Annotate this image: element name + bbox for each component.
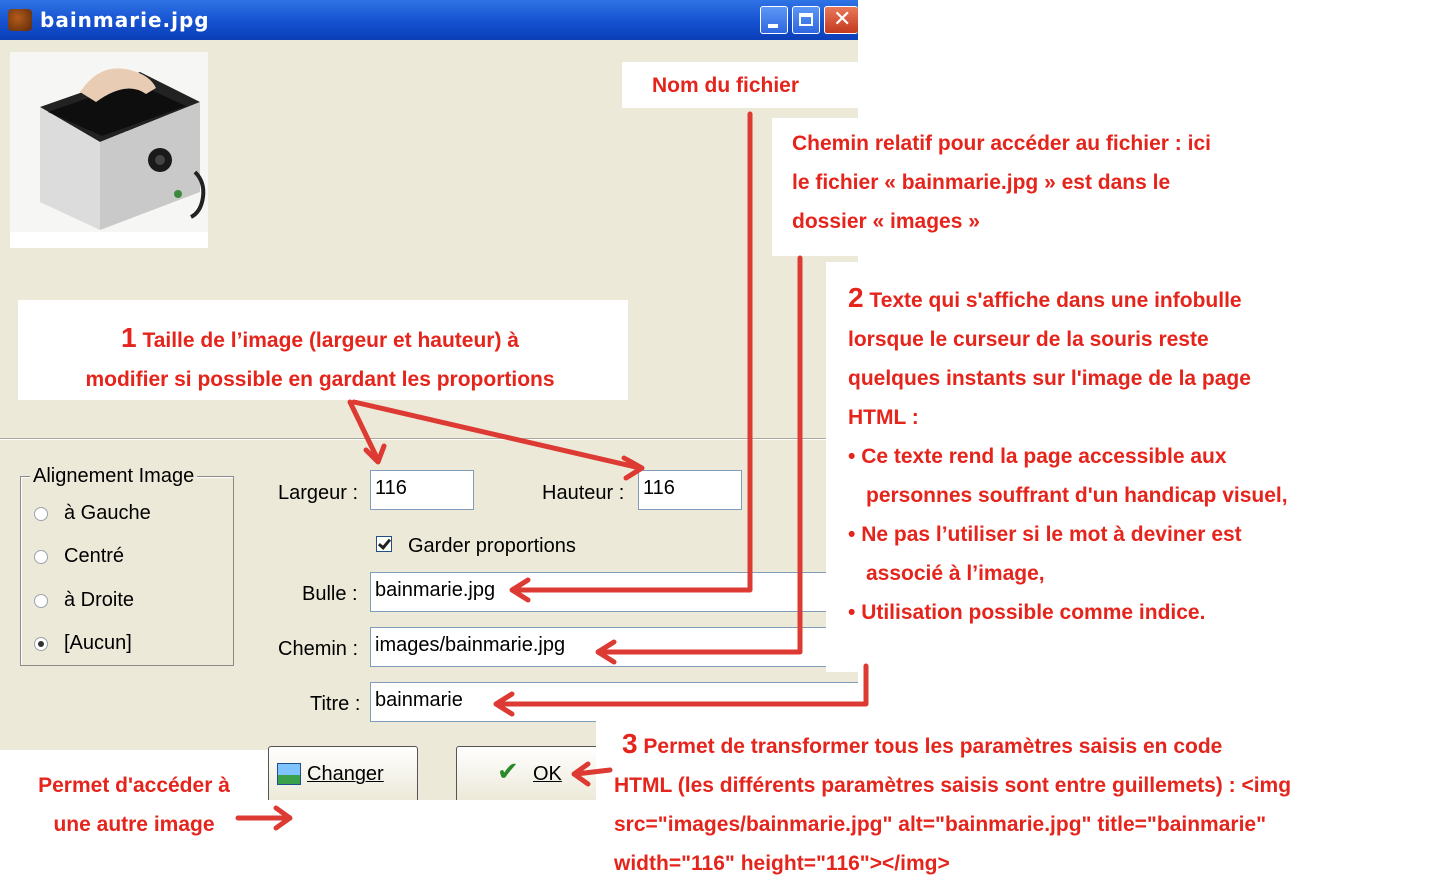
annotation-number: 3 [622,728,638,759]
annotation-line: lorsque le curseur de la souris reste [848,328,1209,351]
keep-proportions-checkbox[interactable] [376,536,392,552]
titre-label: Titre : [310,693,361,715]
radio-label: à Gauche [64,502,151,524]
annotation-bullet: Ne pas l’utiliser si le mot à deviner es… [861,523,1242,546]
radio-label: à Droite [64,589,135,611]
ok-button[interactable]: ✔ OK [456,746,606,800]
annotation-line: width="116" height="116"></img> [614,852,950,875]
close-icon: ✕ [833,7,852,32]
width-label: Largeur : [278,482,359,504]
change-button-label: Changer [307,763,384,785]
chemin-label: Chemin : [278,638,359,660]
maximize-icon [799,13,813,26]
change-image-button[interactable]: Changer [268,746,418,800]
annotation-transform: 3 Permet de transformer tous les paramèt… [614,724,1291,883]
image-properties-dialog: bainmarie.jpg ✕ Alignement Image à Gauch… [0,0,858,800]
checkmark-icon: ✔ [497,757,519,787]
title-bar[interactable]: bainmarie.jpg ✕ [0,0,858,40]
annotation-line: Texte qui s'affiche dans une infobulle [869,289,1242,312]
bulle-input[interactable]: bainmarie.jpg [370,572,858,612]
separator [0,438,858,440]
annotation-line: HTML : [848,406,919,429]
annotation-number: 1 [121,322,137,353]
annotation-bullet: Ce texte rend la page accessible aux [861,445,1227,468]
height-label: Hauteur : [542,482,625,504]
annotation-size: 1 Taille de l’image (largeur et hauteur)… [30,318,610,399]
image-preview [10,52,208,248]
radio-dot [34,550,48,564]
annotation-line: dossier « images » [792,210,980,233]
close-button[interactable]: ✕ [824,6,858,34]
app-icon [8,9,32,31]
annotation-line: modifier si possible en gardant les prop… [85,368,555,391]
annotation-line: associé à l’image, [866,562,1045,585]
radio-label: Centré [64,545,125,567]
annotation-number: 2 [848,282,864,313]
bulle-label: Bulle : [302,583,358,605]
minimize-icon [768,24,778,28]
annotation-line: personnes souffrant d'un handicap visuel… [866,484,1288,507]
maximize-button[interactable] [792,6,820,34]
annotation-line: Permet d'accéder à [38,774,230,797]
annotation-tooltip: 2 Texte qui s'affiche dans une infobulle… [848,282,1288,624]
annotation-bullet: Utilisation possible comme indice. [861,601,1206,624]
annotation-line: HTML (les différents paramètres saisis s… [614,774,1292,797]
width-input[interactable]: 116 [370,470,474,510]
annotation-change-image: Permet d'accéder à une autre image [0,766,268,844]
annotation-line: quelques instants sur l'image de la page [848,367,1251,390]
annotation-line: le fichier « bainmarie.jpg » est dans le [792,171,1171,194]
annotation-line: une autre image [53,813,215,836]
ok-button-label: OK [533,763,562,785]
minimize-button[interactable] [760,6,788,34]
radio-dot [34,507,48,521]
radio-label: [Aucun] [64,632,132,654]
bain-marie-photo [10,52,208,248]
chemin-input[interactable]: images/bainmarie.jpg [370,627,858,667]
height-input[interactable]: 116 [638,470,742,510]
annotation-line: Taille de l’image (largeur et hauteur) à [142,329,519,352]
alignment-group-title: Alignement Image [30,465,198,488]
radio-dot-selected [34,637,48,651]
annotation-line: Permet de transformer tous les paramètre… [643,735,1223,758]
annotation-line: Chemin relatif pour accéder au fichier :… [792,132,1211,155]
window-title: bainmarie.jpg [40,8,210,32]
annotation-line: src="images/bainmarie.jpg" alt="bainmari… [614,813,1267,836]
annotation-filename: Nom du fichier [652,74,800,97]
image-icon [277,763,301,785]
radio-dot [34,594,48,608]
annotation-path: Chemin relatif pour accéder au fichier :… [792,124,1211,241]
keep-proportions-label: Garder proportions [408,535,576,557]
